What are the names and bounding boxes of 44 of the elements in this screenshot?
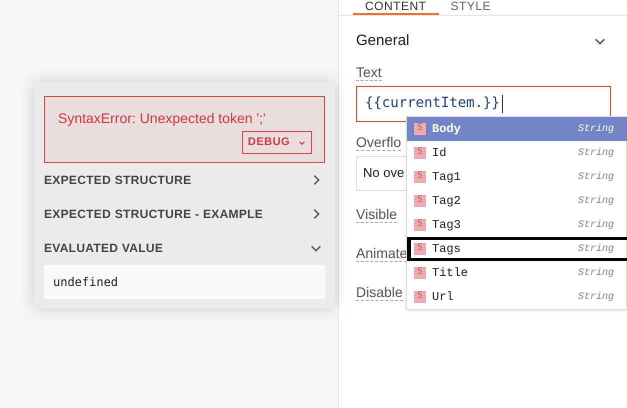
collapsible-section-header[interactable]: EXPECTED STRUCTURE - EXAMPLE <box>44 197 325 231</box>
suggestion-name: Tag3 <box>432 217 462 234</box>
text-cursor <box>502 94 504 112</box>
suggestion-type: String <box>578 218 614 232</box>
chevron-down-icon <box>298 138 306 146</box>
suggestion-name: Body <box>432 121 462 138</box>
suggestion-name: Id <box>432 145 448 162</box>
suggestion-type: String <box>578 194 614 208</box>
string-type-badge: S <box>414 147 426 159</box>
field-label: Visible <box>356 206 397 222</box>
string-type-badge: S <box>414 219 426 231</box>
suggestion-item[interactable]: S Body String <box>407 117 627 141</box>
field-label: Overflo <box>356 134 402 150</box>
string-type-badge: S <box>414 195 426 207</box>
string-type-badge: S <box>414 171 426 183</box>
suggestion-type: String <box>578 242 614 256</box>
suggestion-name: Tag2 <box>432 193 462 210</box>
section-title: General <box>356 31 410 51</box>
tab[interactable]: CONTENT <box>353 0 438 15</box>
suggestion-name: Tag1 <box>432 169 462 186</box>
string-type-badge: S <box>414 123 426 135</box>
collapsible-section-header[interactable]: EVALUATED VALUE <box>44 231 325 265</box>
suggestion-type: String <box>578 266 614 280</box>
tab[interactable]: STYLE <box>438 0 504 15</box>
suggestion-type: String <box>578 290 614 304</box>
field-label: Text <box>356 64 382 80</box>
suggestion-item[interactable]: S Title String <box>407 261 627 285</box>
suggestion-item[interactable]: S Tag2 String <box>407 189 627 213</box>
evaluated-value: undefined <box>44 265 325 299</box>
suggestion-item[interactable]: S Tags String <box>407 237 627 261</box>
string-type-badge: S <box>414 267 426 279</box>
suggestion-type: String <box>578 122 614 136</box>
suggestion-type: String <box>578 170 614 184</box>
suggestion-name: Tags <box>432 241 462 258</box>
field-label: Disable <box>356 284 403 300</box>
suggestion-item[interactable]: S Url String <box>407 285 627 309</box>
string-type-badge: S <box>414 243 426 255</box>
error-message: SyntaxError: Unexpected token ';' <box>58 109 266 128</box>
suggestion-item[interactable]: S Tag3 String <box>407 213 627 237</box>
string-type-badge: S <box>414 291 426 303</box>
suggestion-name: Url <box>432 289 455 306</box>
suggestion-name: Title <box>432 265 470 282</box>
suggestion-type: String <box>578 146 614 160</box>
collapsible-section-header[interactable]: EXPECTED STRUCTURE <box>44 163 325 197</box>
